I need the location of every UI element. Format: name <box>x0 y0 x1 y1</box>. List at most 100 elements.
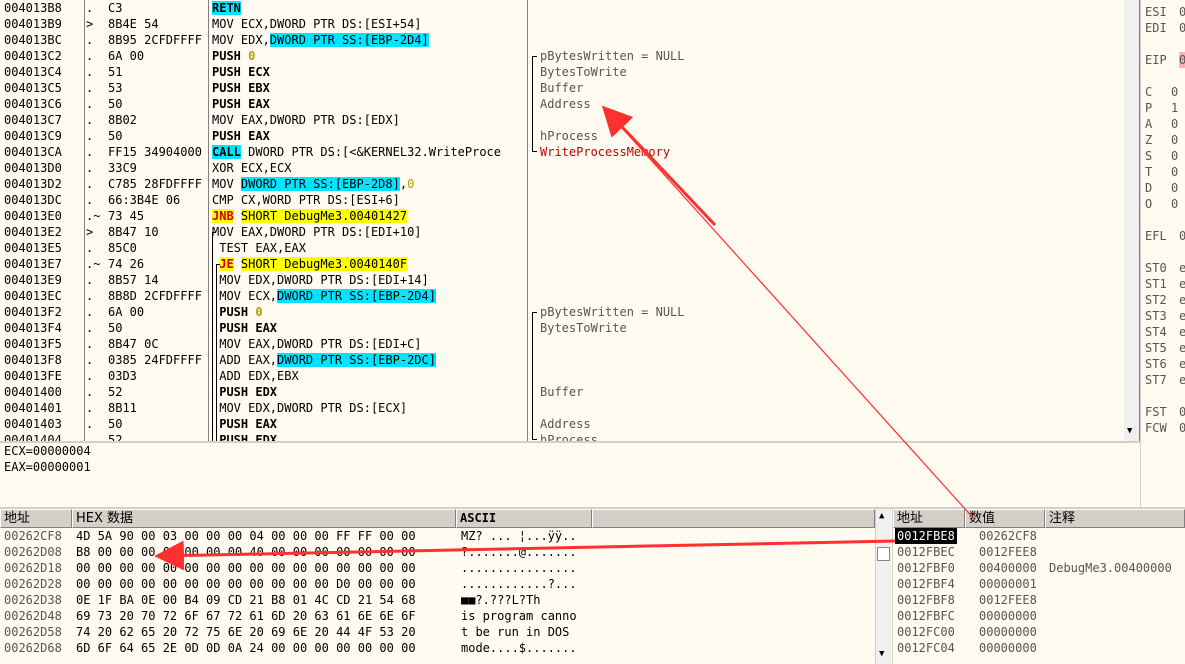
disasm-row[interactable]: 00401404. 52 PUSH EDX hProcess <box>0 432 1124 441</box>
disasm-address: 004013C9 <box>4 129 62 143</box>
dump-row[interactable]: 00262CF8 4D 5A 90 00 03 00 00 00 04 00 00… <box>0 528 876 544</box>
register-row[interactable]: FCW 0 <box>1145 420 1185 436</box>
dump-row[interactable]: 00262D68 6D 6F 64 65 2E 0D 0D 0A 24 00 00… <box>0 640 876 656</box>
register-row[interactable] <box>1145 68 1185 84</box>
disasm-row[interactable]: 004013BC. 8B95 2CFDFFFF MOV EDX,DWORD PTR … <box>0 32 1124 48</box>
disasm-row[interactable]: 004013F2. 6A 00 PUSH 0 pBytesWritten = NUL… <box>0 304 1124 320</box>
register-row[interactable]: FST 0 <box>1145 404 1185 420</box>
disasm-row[interactable]: 004013C7. 8B02 MOV EAX,DWORD PTR DS:[EDX] <box>0 112 1124 128</box>
registers-pane[interactable]: ESI 0 EDI 0 EIP 0 C 0 P 1 A 0 Z 0 S 0 T 0 D 0 O 0 EFL 0 ST0 e ST1 e… <box>1141 0 1185 507</box>
scroll-down-icon[interactable]: ▼ <box>1127 426 1132 436</box>
scroll-up-icon[interactable]: ▲ <box>879 511 884 521</box>
stack-row[interactable]: 0012FBE8 00262CF8 <box>893 528 1185 544</box>
dump-row[interactable]: 00262D08 B8 00 00 00 00 00 00 00 40 00 00… <box>0 544 876 560</box>
register-row[interactable]: ST3 e <box>1145 308 1185 324</box>
dump-header-address[interactable]: 地址 <box>0 509 72 528</box>
register-row[interactable]: EFL 0 <box>1145 228 1185 244</box>
call-bracket <box>532 312 537 440</box>
disasm-row[interactable]: 004013C6. 50 PUSH EAX Address <box>0 96 1124 112</box>
disasm-row[interactable]: 004013E7 .~ 74 26 JE SHORT DebugMe3.004014… <box>0 256 1124 272</box>
disasm-row[interactable]: 004013F4. 50 PUSH EAX BytesToWrite <box>0 320 1124 336</box>
register-row[interactable]: O0 <box>1145 196 1185 212</box>
call-bracket <box>532 56 537 152</box>
register-row[interactable]: EIP 0 <box>1145 52 1185 68</box>
disasm-row[interactable]: 004013E9. 8B57 14 MOV EDX,DWORD PTR DS:[E… <box>0 272 1124 288</box>
register-row[interactable]: ST5 e <box>1145 340 1185 356</box>
register-row[interactable]: ESI 0 <box>1145 4 1185 20</box>
disassembly-pane[interactable]: 004013B8. C3 RETN 004013B9 >8B4E 54 MOV ECX,D… <box>0 0 1140 441</box>
register-row[interactable]: C0 <box>1145 84 1185 100</box>
disasm-row[interactable]: 004013C9. 50 PUSH EAX hProcess <box>0 128 1124 144</box>
stack-row[interactable]: 0012FBEC 0012FEE8 <box>893 544 1185 560</box>
dump-row[interactable]: 00262D18 00 00 00 00 00 00 00 00 00 00 00… <box>0 560 876 576</box>
disasm-row[interactable]: 004013C5. 53 PUSH EBX Buffer <box>0 80 1124 96</box>
dump-header-ascii[interactable]: ASCII <box>456 509 592 528</box>
disasm-row[interactable]: 004013B8. C3 RETN <box>0 0 1124 16</box>
stack-row[interactable]: 0012FC04 00000000 <box>893 640 1185 656</box>
stack-row[interactable]: 0012FC00 00000000 <box>893 624 1185 640</box>
disasm-row[interactable]: 004013D0. 33C9 XOR ECX,ECX <box>0 160 1124 176</box>
disasm-row[interactable]: 004013DC. 66:3B4E 06 CMP CX,WORD PTR DS:[E… <box>0 192 1124 208</box>
register-row[interactable]: D0 <box>1145 180 1185 196</box>
disasm-row[interactable]: 004013E2 >8B47 10 MOV EAX,DWORD PTR DS:[ED… <box>0 224 1124 240</box>
disasm-row[interactable]: 004013CA. FF15 34904000 CALL DWORD PTR DS:… <box>0 144 1124 160</box>
disasm-row[interactable]: 004013E0 .~ 73 45 JNB SHORT DebugMe3.004014… <box>0 208 1124 224</box>
stack-pane[interactable]: 地址 数值 注释 0012FBE8 00262CF8 0012FBEC 0012FEE… <box>893 509 1185 664</box>
dump-header-hex[interactable]: HEX 数据 <box>72 509 456 528</box>
disasm-row[interactable]: 004013D2. C785 28FDFFFF MOV DWORD PTR SS:[… <box>0 176 1124 192</box>
disasm-row[interactable]: 00401400. 52 PUSH EDX Buffer <box>0 384 1124 400</box>
disasm-row[interactable]: 004013B9 >8B4E 54 MOV ECX,DWORD PTR DS:[ES… <box>0 16 1124 32</box>
scroll-thumb[interactable] <box>877 547 890 561</box>
disasm-row[interactable]: 004013C2. 6A 00 PUSH 0 pBytesWritten = NULL <box>0 48 1124 64</box>
disassembly-scrollbar[interactable]: ▼ <box>1124 0 1139 441</box>
disasm-address: 004013FE <box>4 369 62 383</box>
dump-row[interactable]: 00262D28 00 00 00 00 00 00 00 00 00 00 00… <box>0 576 876 592</box>
disasm-address: 004013E5 <box>4 241 62 255</box>
register-row[interactable]: ST7 e <box>1145 372 1185 388</box>
stack-header-address[interactable]: 地址 <box>893 509 965 528</box>
stack-header-comment[interactable]: 注释 <box>1045 509 1185 528</box>
disasm-row[interactable]: 004013F5. 8B47 0C MOV EAX,DWORD PTR DS:[E… <box>0 336 1124 352</box>
register-row[interactable] <box>1145 212 1185 228</box>
dump-row[interactable]: 00262D58 74 20 62 65 20 72 75 6E 20 69 6E… <box>0 624 876 640</box>
dump-row[interactable]: 00262D38 0E 1F BA 0E 00 B4 09 CD 21 B8 01… <box>0 592 876 608</box>
register-row[interactable] <box>1145 388 1185 404</box>
disasm-instruction: ADD EAX,DWORD PTR SS:[EBP-2DC] <box>212 352 526 368</box>
stack-row[interactable]: 0012FBF0 00400000 DebugMe3.00400000 <box>893 560 1185 576</box>
stack-row[interactable]: 0012FBF8 0012FEE8 <box>893 592 1185 608</box>
memory-dump-pane[interactable]: 地址 HEX 数据 ASCII 00262CF8 4D 5A 90 00 03 0… <box>0 509 892 664</box>
disasm-row[interactable]: 00401403. 50 PUSH EAX Address <box>0 416 1124 432</box>
stack-header-value[interactable]: 数值 <box>965 509 1045 528</box>
dump-hex: 00 00 00 00 00 00 00 00 00 00 00 00 D0 0… <box>76 577 416 591</box>
register-row[interactable]: ST1 e <box>1145 276 1185 292</box>
register-row[interactable] <box>1145 36 1185 52</box>
register-row[interactable]: ST0 e <box>1145 260 1185 276</box>
register-label: ST5 <box>1145 341 1167 355</box>
disasm-row[interactable]: 00401401. 8B11 MOV EDX,DWORD PTR DS:[ECX] <box>0 400 1124 416</box>
register-row[interactable]: ST2 e <box>1145 292 1185 308</box>
register-row[interactable]: A0 <box>1145 116 1185 132</box>
register-row[interactable]: Z0 <box>1145 132 1185 148</box>
disasm-row[interactable]: 004013FE. 03D3 ADD EDX,EBX <box>0 368 1124 384</box>
register-row[interactable]: T0 <box>1145 164 1185 180</box>
stack-row[interactable]: 0012FBFC 00000000 <box>893 608 1185 624</box>
dump-header-filler <box>592 509 875 528</box>
disasm-address: 004013F2 <box>4 305 62 319</box>
disasm-instruction: MOV EAX,DWORD PTR DS:[EDI+10] <box>212 224 526 240</box>
register-row[interactable]: S0 <box>1145 148 1185 164</box>
register-row[interactable]: EDI 0 <box>1145 20 1185 36</box>
register-row[interactable]: P1 <box>1145 100 1185 116</box>
disasm-row[interactable]: 004013E5. 85C0 TEST EAX,EAX <box>0 240 1124 256</box>
register-row[interactable]: ST6 e <box>1145 356 1185 372</box>
dump-row[interactable]: 00262D48 69 73 20 70 72 6F 67 72 61 6D 20… <box>0 608 876 624</box>
register-value: e <box>1179 309 1185 323</box>
scroll-down-icon[interactable]: ▼ <box>879 649 884 659</box>
disasm-row[interactable]: 004013C4. 51 PUSH ECX BytesToWrite <box>0 64 1124 80</box>
register-row[interactable] <box>1145 244 1185 260</box>
disasm-row[interactable]: 004013F8. 0385 24FDFFFF ADD EAX,DWORD PTR… <box>0 352 1124 368</box>
disasm-row[interactable]: 004013EC. 8B8D 2CFDFFFF MOV ECX,DWORD PTR… <box>0 288 1124 304</box>
stack-row[interactable]: 0012FBF4 00000001 <box>893 576 1185 592</box>
register-row[interactable]: ST4 e <box>1145 324 1185 340</box>
instruction-part: CMP CX,WORD PTR DS:[ESI+6] <box>212 193 400 207</box>
dump-scrollbar[interactable]: ▲ ▼ <box>875 509 891 664</box>
